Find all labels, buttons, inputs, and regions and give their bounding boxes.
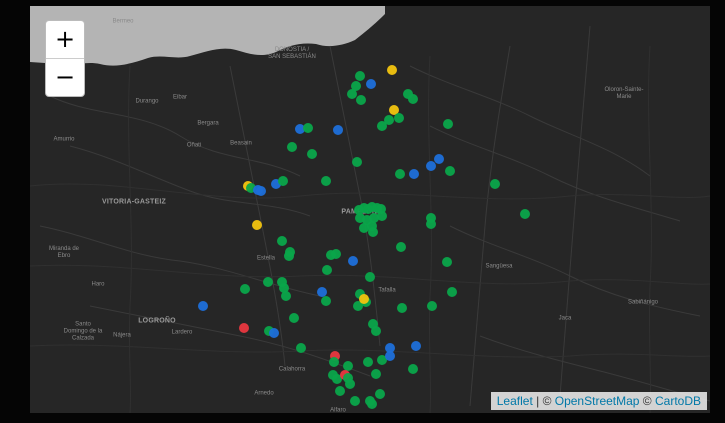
map-marker-blue[interactable] (409, 169, 419, 179)
map-marker-green[interactable] (377, 211, 387, 221)
map-marker-green[interactable] (363, 357, 373, 367)
map-marker-green[interactable] (277, 236, 287, 246)
map-marker-yellow[interactable] (359, 294, 369, 304)
map-marker-green[interactable] (396, 242, 406, 252)
openstreetmap-link[interactable]: OpenStreetMap (555, 394, 640, 408)
map-marker-green[interactable] (442, 257, 452, 267)
map-marker-green[interactable] (447, 287, 457, 297)
map-marker-yellow[interactable] (387, 65, 397, 75)
map-marker-green[interactable] (394, 113, 404, 123)
map-marker-green[interactable] (371, 326, 381, 336)
map-marker-blue[interactable] (256, 186, 266, 196)
zoom-in-button[interactable]: + (46, 21, 84, 59)
attribution-separator-1: | © (532, 394, 555, 408)
map-marker-green[interactable] (278, 176, 288, 186)
map-marker-green[interactable] (329, 357, 339, 367)
map-marker-blue[interactable] (333, 125, 343, 135)
map-marker-blue[interactable] (434, 154, 444, 164)
zoom-control: + − (45, 20, 85, 97)
leaflet-link[interactable]: Leaflet (497, 394, 533, 408)
map-marker-green[interactable] (322, 265, 332, 275)
map-marker-red[interactable] (239, 323, 249, 333)
map-marker-green[interactable] (377, 121, 387, 131)
attribution: Leaflet | © OpenStreetMap © CartoDB (490, 392, 707, 410)
map-marker-blue[interactable] (411, 341, 421, 351)
map-marker-blue[interactable] (348, 256, 358, 266)
map-marker-green[interactable] (408, 364, 418, 374)
map-marker-green[interactable] (445, 166, 455, 176)
map-marker-green[interactable] (395, 169, 405, 179)
map-marker-green[interactable] (328, 370, 338, 380)
attribution-separator-2: © (639, 394, 655, 408)
map-marker-green[interactable] (368, 227, 378, 237)
map-marker-green[interactable] (365, 272, 375, 282)
zoom-out-button[interactable]: − (46, 59, 84, 96)
map-marker-green[interactable] (281, 291, 291, 301)
map-marker-green[interactable] (335, 386, 345, 396)
map-container[interactable]: BermeoDONOSTIA / SAN SEBASTIÁNBILBAODura… (30, 6, 710, 413)
map-marker-green[interactable] (287, 142, 297, 152)
map-marker-green[interactable] (326, 250, 336, 260)
map-marker-green[interactable] (296, 343, 306, 353)
map-marker-green[interactable] (321, 176, 331, 186)
map-marker-green[interactable] (284, 251, 294, 261)
map-marker-green[interactable] (427, 301, 437, 311)
map-marker-green[interactable] (490, 179, 500, 189)
cartodb-link[interactable]: CartoDB (655, 394, 701, 408)
map-marker-green[interactable] (371, 369, 381, 379)
map-marker-yellow[interactable] (252, 220, 262, 230)
map-marker-green[interactable] (367, 399, 377, 409)
map-marker-blue[interactable] (198, 301, 208, 311)
map-marker-green[interactable] (356, 95, 366, 105)
map-marker-green[interactable] (240, 284, 250, 294)
map-marker-green[interactable] (520, 209, 530, 219)
map-marker-green[interactable] (352, 157, 362, 167)
map-marker-green[interactable] (263, 277, 273, 287)
map-marker-green[interactable] (443, 119, 453, 129)
map-marker-green[interactable] (303, 123, 313, 133)
map-marker-blue[interactable] (269, 328, 279, 338)
map-marker-green[interactable] (289, 313, 299, 323)
map-marker-green[interactable] (321, 296, 331, 306)
map-marker-green[interactable] (397, 303, 407, 313)
map-marker-green[interactable] (408, 94, 418, 104)
map-marker-green[interactable] (426, 213, 436, 223)
map-marker-blue[interactable] (385, 351, 395, 361)
map-marker-blue[interactable] (366, 79, 376, 89)
map-marker-green[interactable] (343, 373, 353, 383)
map-marker-green[interactable] (307, 149, 317, 159)
map-marker-green[interactable] (375, 389, 385, 399)
map-marker-green[interactable] (350, 396, 360, 406)
map-marker-green[interactable] (355, 71, 365, 81)
